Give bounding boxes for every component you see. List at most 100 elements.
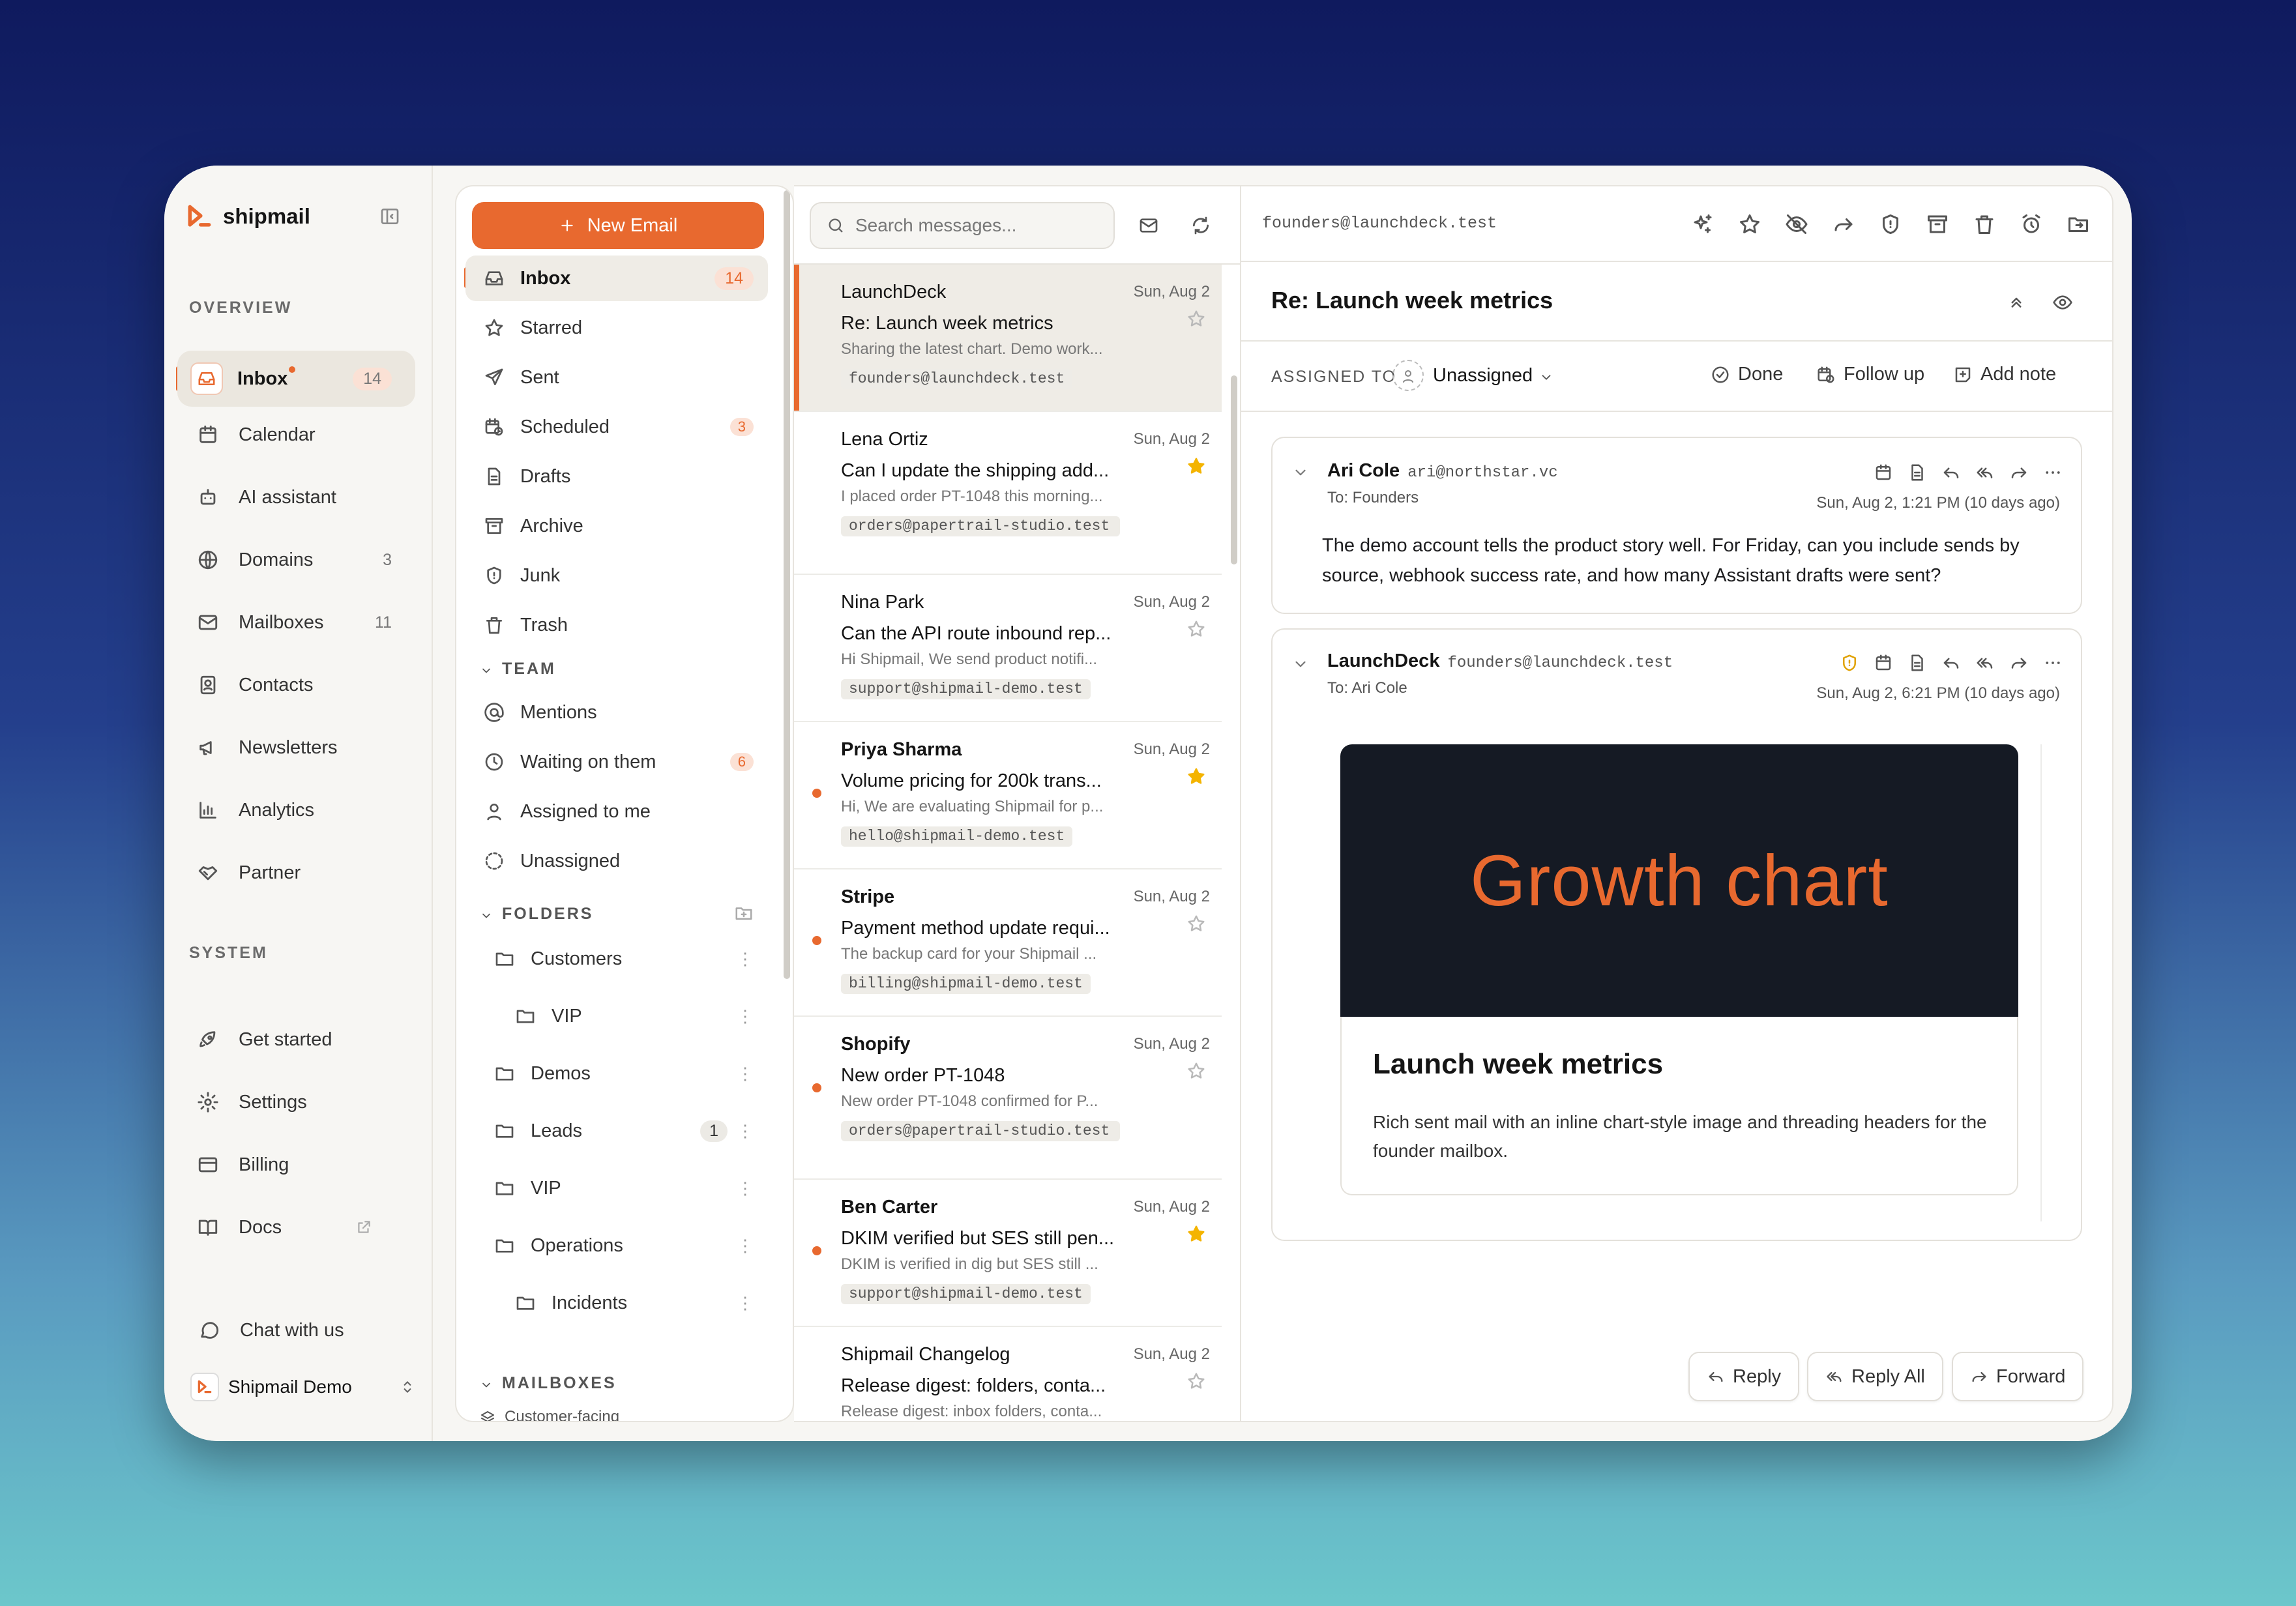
more-icon[interactable]: ⋮	[737, 1294, 754, 1311]
folder-scheduled[interactable]: Scheduled 3	[465, 404, 768, 450]
reply-all-icon[interactable]	[1975, 463, 1995, 482]
folder-drafts[interactable]: Drafts	[465, 454, 768, 499]
nav-item-billing[interactable]: Billing	[177, 1137, 415, 1193]
account-switcher[interactable]: Shipmail Demo	[190, 1373, 416, 1401]
mailboxes-section-toggle[interactable]: MAILBOXES	[480, 1374, 617, 1393]
archive-icon[interactable]	[1926, 212, 1949, 236]
nav-item-settings[interactable]: Settings	[177, 1074, 415, 1130]
calendar-icon[interactable]	[1874, 463, 1893, 482]
message-row[interactable]: Shopify Sun, Aug 2 New order PT-1048 New or…	[794, 1017, 1222, 1180]
trash-icon[interactable]	[1973, 212, 1996, 236]
forward-icon[interactable]	[1832, 212, 1855, 236]
calendar-icon[interactable]	[1874, 653, 1893, 673]
mailbox-customer-facing[interactable]: Customer-facing	[480, 1408, 619, 1421]
verified-shield-icon[interactable]	[1840, 653, 1859, 673]
sparkles-icon[interactable]	[1691, 212, 1715, 236]
more-icon[interactable]: ⋮	[737, 1122, 754, 1139]
star-icon[interactable]	[1186, 1061, 1206, 1081]
collapse-sidebar-icon[interactable]	[379, 206, 400, 227]
message-row[interactable]: Lena Ortiz Sun, Aug 2 Can I update the shi…	[794, 412, 1222, 575]
folder-leads[interactable]: Leads 1 ⋮	[476, 1108, 768, 1154]
folders-scrollbar[interactable]	[784, 190, 790, 979]
message-row[interactable]: Ben Carter Sun, Aug 2 DKIM verified but SE…	[794, 1180, 1222, 1327]
file-icon[interactable]	[1907, 463, 1927, 482]
star-filled-icon[interactable]	[1186, 456, 1206, 476]
refresh-icon[interactable]	[1190, 215, 1211, 236]
search-input[interactable]: Search messages...	[810, 202, 1115, 249]
star-icon[interactable]	[1738, 212, 1761, 236]
team-section-toggle[interactable]: TEAM	[480, 660, 556, 679]
nav-item-get-started[interactable]: Get started	[177, 1012, 415, 1068]
folder-vip[interactable]: VIP ⋮	[476, 1165, 768, 1211]
folder-inbox[interactable]: Inbox 14	[465, 256, 768, 301]
folder-junk[interactable]: Junk	[465, 553, 768, 598]
star-icon[interactable]	[1186, 309, 1206, 328]
folder-vip-sub[interactable]: VIP ⋮	[497, 993, 768, 1039]
more-horizontal-icon[interactable]	[2043, 653, 2063, 673]
more-icon[interactable]: ⋮	[737, 1180, 754, 1197]
nav-item-newsletters[interactable]: Newsletters	[177, 720, 415, 776]
message-row[interactable]: Nina Park Sun, Aug 2 Can the API route inb…	[794, 575, 1222, 722]
more-icon[interactable]: ⋮	[737, 950, 754, 967]
nav-item-inbox[interactable]: Inbox 14	[177, 351, 415, 407]
star-filled-icon[interactable]	[1186, 766, 1206, 786]
shield-icon[interactable]	[1879, 212, 1902, 236]
folder-incidents[interactable]: Incidents ⋮	[497, 1280, 768, 1326]
done-button[interactable]: Done	[1711, 364, 1783, 385]
assignee-dropdown[interactable]: Unassigned	[1392, 360, 1553, 391]
folder-customers[interactable]: Customers ⋮	[476, 936, 768, 982]
folder-archive[interactable]: Archive	[465, 503, 768, 549]
message-row[interactable]: Stripe Sun, Aug 2 Payment method update re…	[794, 869, 1222, 1017]
folder-trash[interactable]: Trash	[465, 602, 768, 648]
star-icon[interactable]	[1186, 619, 1206, 639]
star-filled-icon[interactable]	[1186, 1224, 1206, 1244]
add-folder-icon[interactable]	[734, 903, 754, 923]
nav-item-partner[interactable]: Partner	[177, 845, 415, 901]
folder-sent[interactable]: Sent	[465, 355, 768, 400]
nav-item-ai-assistant[interactable]: AI assistant	[177, 469, 415, 525]
move-to-folder-icon[interactable]	[2067, 212, 2090, 236]
forward-icon[interactable]	[2009, 463, 2029, 482]
message-row[interactable]: Shipmail Changelog Sun, Aug 2 Release dige…	[794, 1327, 1222, 1421]
eye-off-icon[interactable]	[1785, 212, 1808, 236]
folder-assigned-to-me[interactable]: Assigned to me	[465, 789, 768, 834]
chat-with-us[interactable]: Chat with us	[179, 1302, 417, 1358]
folder-demos[interactable]: Demos ⋮	[476, 1051, 768, 1096]
mail-filter-icon[interactable]	[1138, 215, 1159, 236]
chevron-down-icon[interactable]	[1292, 464, 1309, 481]
follow-up-button[interactable]: Follow up	[1816, 364, 1924, 385]
new-email-button[interactable]: New Email	[472, 202, 764, 249]
folder-operations[interactable]: Operations ⋮	[476, 1223, 768, 1268]
nav-item-analytics[interactable]: Analytics	[177, 782, 415, 838]
nav-item-contacts[interactable]: Contacts	[177, 657, 415, 713]
nav-item-calendar[interactable]: Calendar	[177, 407, 415, 463]
folder-waiting-on-them[interactable]: Waiting on them 6	[465, 739, 768, 785]
brand[interactable]: shipmail	[185, 202, 310, 231]
thread-message[interactable]: LaunchDeck founders@launchdeck.test To: A…	[1271, 628, 2082, 1241]
forward-button[interactable]: Forward	[1952, 1352, 2084, 1401]
more-horizontal-icon[interactable]	[2043, 463, 2063, 482]
add-note-button[interactable]: Add note	[1953, 364, 2056, 385]
nav-item-mailboxes[interactable]: Mailboxes 11	[177, 594, 415, 650]
more-icon[interactable]: ⋮	[737, 1065, 754, 1082]
thread-message[interactable]: Ari Cole ari@northstar.vc To: Founders Su…	[1271, 437, 2082, 614]
folder-mentions[interactable]: Mentions	[465, 690, 768, 735]
reply-icon[interactable]	[1941, 463, 1961, 482]
reply-button[interactable]: Reply	[1688, 1352, 1800, 1401]
reply-all-button[interactable]: Reply All	[1807, 1352, 1943, 1401]
reply-all-icon[interactable]	[1975, 653, 1995, 673]
star-icon[interactable]	[1186, 1371, 1206, 1391]
folder-starred[interactable]: Starred	[465, 305, 768, 351]
more-icon[interactable]: ⋮	[737, 1237, 754, 1254]
more-icon[interactable]: ⋮	[737, 1008, 754, 1025]
message-row[interactable]: Priya Sharma Sun, Aug 2 Volume pricing for…	[794, 722, 1222, 869]
nav-item-docs[interactable]: Docs	[177, 1199, 415, 1255]
list-scrollbar[interactable]	[1231, 375, 1237, 564]
collapse-all-icon[interactable]	[2007, 292, 2026, 312]
folders-section-toggle[interactable]: FOLDERS	[480, 905, 593, 924]
nav-item-domains[interactable]: Domains 3	[177, 532, 415, 588]
chevron-down-icon[interactable]	[1292, 656, 1309, 673]
folder-unassigned[interactable]: Unassigned	[465, 838, 768, 884]
star-icon[interactable]	[1186, 914, 1206, 933]
file-icon[interactable]	[1907, 653, 1927, 673]
